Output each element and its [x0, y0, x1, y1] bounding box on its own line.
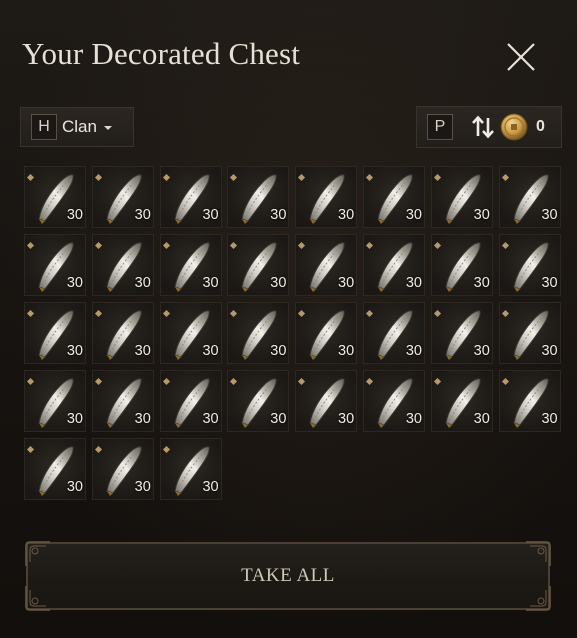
inventory-slot[interactable]: 30 [91, 166, 154, 228]
item-quantity: 30 [270, 411, 287, 427]
item-quantity: 30 [405, 411, 422, 427]
item-quantity: 30 [270, 275, 287, 291]
item-quantity: 30 [270, 207, 287, 223]
ornament-corner-icon [25, 541, 50, 566]
sort-arrows-icon[interactable] [470, 114, 496, 140]
inventory-slot[interactable]: 30 [24, 234, 86, 296]
clan-label: Clan [62, 117, 97, 136]
item-quantity: 30 [134, 207, 151, 223]
inventory-slot[interactable]: 30 [295, 166, 358, 228]
inventory-slot[interactable]: 30 [159, 370, 222, 432]
inventory-slot[interactable]: 30 [430, 370, 493, 432]
currency-bar: P 0 [416, 106, 562, 148]
inventory-slot[interactable]: 30 [295, 302, 358, 364]
take-all-label: TAKE ALL [241, 565, 335, 586]
inventory-slot[interactable]: 30 [91, 234, 154, 296]
hotkey-p[interactable]: P [427, 114, 453, 140]
close-icon [507, 43, 535, 71]
clan-dropdown[interactable]: H Clan [20, 107, 134, 147]
inventory-slot[interactable]: 30 [159, 302, 222, 364]
inventory-slot[interactable]: 30 [430, 302, 493, 364]
window-title: Your Decorated Chest [22, 36, 301, 71]
inventory-slot[interactable]: 30 [362, 166, 425, 228]
item-quantity: 30 [338, 207, 355, 223]
ornament-corner-icon [25, 586, 50, 611]
inventory-slot[interactable]: 30 [498, 166, 561, 228]
inventory-slot[interactable]: 30 [24, 370, 86, 432]
inventory-slot[interactable]: 30 [91, 302, 154, 364]
inventory-slot[interactable]: 30 [498, 302, 561, 364]
inventory-slot[interactable]: 30 [227, 166, 290, 228]
item-quantity: 30 [66, 207, 83, 223]
hotkey-h: H [31, 114, 57, 140]
item-quantity: 30 [134, 275, 151, 291]
item-quantity: 30 [541, 207, 558, 223]
inventory-slot[interactable]: 30 [227, 370, 290, 432]
item-quantity: 30 [66, 411, 83, 427]
inventory-slot[interactable]: 30 [159, 234, 222, 296]
item-quantity: 30 [405, 207, 422, 223]
item-quantity: 30 [473, 411, 490, 427]
inventory-slot[interactable]: 30 [362, 234, 425, 296]
inventory-slot[interactable]: 30 [227, 234, 290, 296]
item-quantity: 30 [66, 343, 83, 359]
coin-icon [500, 113, 528, 141]
take-all-frame: TAKE ALL [25, 541, 551, 611]
ornament-corner-icon [526, 586, 551, 611]
inventory-slot[interactable]: 30 [159, 438, 222, 500]
coin-count: 0 [536, 118, 545, 135]
item-quantity: 30 [338, 343, 355, 359]
inventory-slot[interactable]: 30 [430, 166, 493, 228]
item-quantity: 30 [405, 275, 422, 291]
item-quantity: 30 [66, 479, 83, 495]
inventory-slot[interactable]: 30 [295, 370, 358, 432]
item-quantity: 30 [405, 343, 422, 359]
item-quantity: 30 [473, 343, 490, 359]
inventory-slot[interactable]: 30 [498, 234, 561, 296]
inventory-slot[interactable]: 30 [24, 438, 86, 500]
inventory-slot[interactable]: 30 [91, 370, 154, 432]
item-quantity: 30 [202, 479, 219, 495]
take-all-button[interactable]: TAKE ALL [26, 542, 550, 610]
inventory-slot[interactable]: 30 [362, 302, 425, 364]
item-quantity: 30 [134, 479, 151, 495]
inventory-slot[interactable]: 30 [91, 438, 154, 500]
item-quantity: 30 [338, 411, 355, 427]
inventory-slot[interactable]: 30 [159, 166, 222, 228]
ornament-corner-icon [526, 541, 551, 566]
item-quantity: 30 [134, 343, 151, 359]
item-quantity: 30 [202, 207, 219, 223]
item-quantity: 30 [338, 275, 355, 291]
item-quantity: 30 [541, 343, 558, 359]
inventory-slot[interactable]: 30 [430, 234, 493, 296]
item-quantity: 30 [473, 275, 490, 291]
inventory-slot[interactable]: 30 [498, 370, 561, 432]
item-quantity: 30 [66, 275, 83, 291]
item-quantity: 30 [270, 343, 287, 359]
inventory-slot[interactable]: 30 [24, 302, 86, 364]
item-quantity: 30 [134, 411, 151, 427]
item-quantity: 30 [202, 411, 219, 427]
inventory-grid: 30 30 30 30 30 30 30 30 30 30 30 30 30 3… [24, 166, 561, 500]
chevron-down-icon [103, 126, 112, 130]
item-quantity: 30 [473, 207, 490, 223]
inventory-slot[interactable]: 30 [227, 302, 290, 364]
inventory-slot[interactable]: 30 [362, 370, 425, 432]
item-quantity: 30 [202, 275, 219, 291]
inventory-slot[interactable]: 30 [295, 234, 358, 296]
inventory-slot[interactable]: 30 [24, 166, 86, 228]
item-quantity: 30 [541, 411, 558, 427]
item-quantity: 30 [202, 343, 219, 359]
item-quantity: 30 [541, 275, 558, 291]
close-button[interactable] [500, 38, 540, 78]
